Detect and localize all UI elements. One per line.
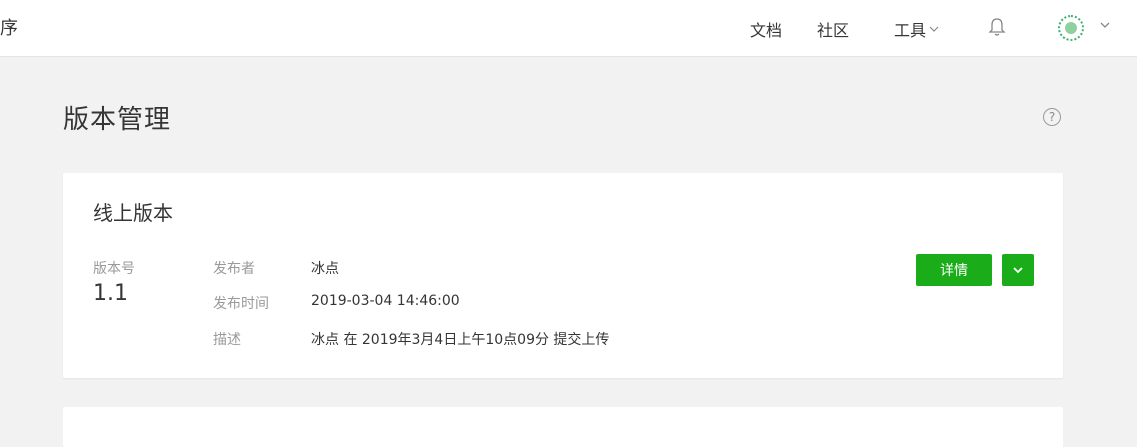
publish-time-value: 2019-03-04 14:46:00 xyxy=(311,293,460,309)
detail-button[interactable]: 详情 xyxy=(916,254,992,286)
chevron-down-icon xyxy=(929,26,939,32)
publisher-value: 冰点 xyxy=(311,261,339,277)
top-navigation-bar: 序 文档 社区 工具 xyxy=(0,0,1137,57)
nav-tools-label: 工具 xyxy=(894,21,927,40)
notification-bell-icon[interactable] xyxy=(986,16,1008,38)
help-icon[interactable]: ? xyxy=(1043,108,1061,126)
nav-docs-link[interactable]: 文档 xyxy=(750,17,782,41)
user-avatar[interactable] xyxy=(1058,15,1084,41)
avatar-image xyxy=(1065,22,1077,34)
chevron-down-icon xyxy=(1013,267,1023,274)
next-version-card xyxy=(63,407,1063,447)
app-title-fragment: 序 xyxy=(0,18,18,39)
more-actions-button[interactable] xyxy=(1002,254,1034,286)
publisher-label: 发布者 xyxy=(213,261,255,277)
description-value: 冰点 在 2019年3月4日上午10点09分 提交上传 xyxy=(311,332,610,348)
online-version-card: 线上版本 版本号 1.1 发布者 冰点 发布时间 2019-03-04 14:4… xyxy=(63,173,1063,378)
version-number-label: 版本号 xyxy=(93,261,135,277)
page-title: 版本管理 xyxy=(63,105,172,135)
section-title: 线上版本 xyxy=(93,201,173,225)
version-number-value: 1.1 xyxy=(93,281,128,306)
nav-community-link[interactable]: 社区 xyxy=(817,17,849,41)
description-label: 描述 xyxy=(213,332,241,348)
publish-time-label: 发布时间 xyxy=(213,296,269,312)
user-menu-chevron-icon[interactable] xyxy=(1099,19,1111,31)
nav-tools-menu[interactable]: 工具 xyxy=(894,17,939,41)
